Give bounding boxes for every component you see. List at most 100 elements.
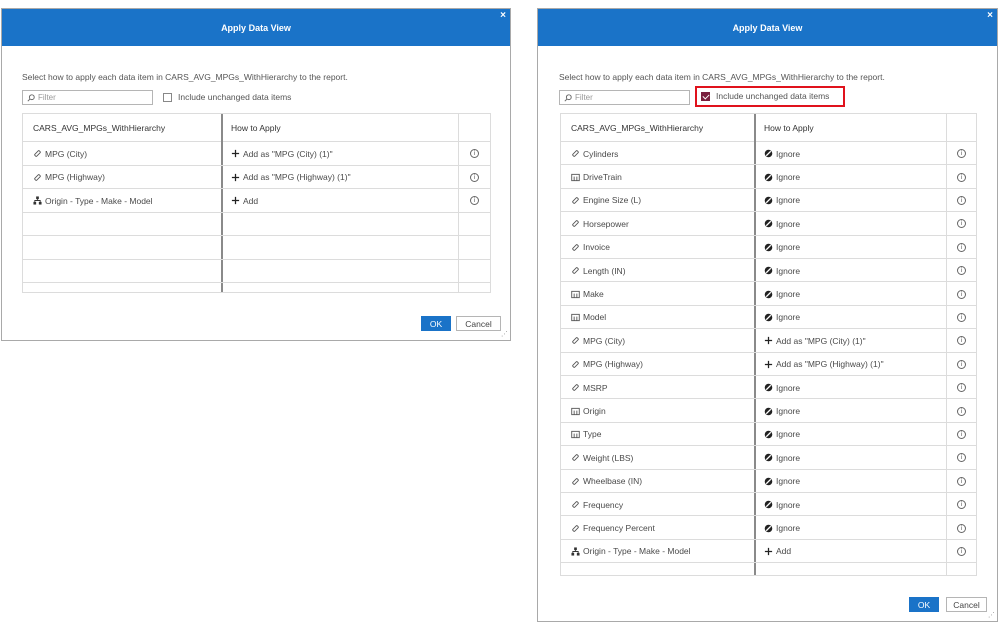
plus-icon	[764, 336, 773, 345]
resize-grip-icon[interactable]: ⋰	[501, 330, 508, 338]
data-item-cell[interactable]: Frequency Percent	[571, 516, 655, 539]
how-to-apply-cell[interactable]: Ignore	[764, 399, 800, 422]
search-icon	[27, 93, 35, 102]
data-item-cell[interactable]: Invoice	[571, 236, 610, 259]
data-item-cell[interactable]: Make	[571, 282, 604, 305]
how-to-apply-cell[interactable]: Ignore	[764, 516, 800, 539]
data-item-cell[interactable]: MPG (City)	[33, 142, 87, 166]
data-item-cell[interactable]: MPG (Highway)	[33, 166, 105, 190]
cancel-button[interactable]: Cancel	[456, 316, 501, 331]
include-unchanged-checkbox[interactable]: Include unchanged data items	[163, 92, 291, 102]
ignore-icon	[764, 500, 773, 509]
include-unchanged-checkbox[interactable]: Include unchanged data items	[701, 91, 829, 101]
data-item-cell[interactable]: Model	[571, 306, 606, 329]
measure-icon	[571, 477, 580, 486]
how-to-apply-cell[interactable]: Ignore	[764, 306, 800, 329]
ignore-icon	[764, 477, 773, 486]
column-divider[interactable]	[754, 114, 756, 575]
instruction-text: Select how to apply each data item in CA…	[22, 72, 348, 82]
close-icon[interactable]: ×	[500, 9, 506, 23]
info-icon[interactable]: i	[957, 313, 966, 322]
column-header-data-item[interactable]: CARS_AVG_MPGs_WithHierarchy	[571, 114, 703, 142]
checkbox-box[interactable]	[163, 92, 172, 102]
data-item-cell[interactable]: DriveTrain	[571, 165, 622, 188]
row-separator	[23, 282, 490, 283]
how-to-apply-value: Add as "MPG (City) (1)"	[243, 148, 333, 159]
data-item-cell[interactable]: Cylinders	[571, 142, 618, 165]
column-header-how-to-apply[interactable]: How to Apply	[764, 114, 814, 142]
filter-input[interactable]: Filter	[559, 90, 690, 105]
column-divider[interactable]	[221, 114, 223, 292]
how-to-apply-cell[interactable]: Ignore	[764, 423, 800, 446]
info-icon[interactable]: i	[957, 172, 966, 182]
how-to-apply-cell[interactable]: Ignore	[764, 470, 800, 493]
ok-button[interactable]: OK	[421, 316, 451, 331]
how-to-apply-cell[interactable]: Add	[231, 189, 258, 213]
data-item-cell[interactable]: Engine Size (L)	[571, 189, 641, 212]
measure-icon	[571, 524, 580, 533]
filter-input[interactable]: Filter	[22, 90, 153, 105]
how-to-apply-cell[interactable]: Add as "MPG (Highway) (1)"	[231, 166, 351, 190]
how-to-apply-cell[interactable]: Ignore	[764, 446, 800, 469]
how-to-apply-value: Ignore	[776, 148, 801, 159]
ok-button[interactable]: OK	[909, 597, 939, 612]
how-to-apply-cell[interactable]: Ignore	[764, 259, 800, 282]
info-icon[interactable]: i	[957, 359, 966, 369]
info-icon[interactable]: i	[957, 476, 966, 486]
close-icon[interactable]: ×	[987, 9, 993, 23]
data-item-cell[interactable]: Type	[571, 423, 601, 446]
data-item-cell[interactable]: Length (IN)	[571, 259, 626, 282]
data-item-cell[interactable]: Origin	[571, 399, 606, 422]
checkbox-box[interactable]	[701, 91, 710, 101]
data-item-cell[interactable]: Weight (LBS)	[571, 446, 633, 469]
info-icon[interactable]: i	[957, 266, 966, 276]
cancel-button[interactable]: Cancel	[946, 597, 987, 612]
data-item-cell[interactable]: MPG (Highway)	[571, 353, 643, 376]
info-icon[interactable]: i	[957, 242, 966, 252]
ignore-icon	[764, 196, 773, 205]
column-header-how-to-apply[interactable]: How to Apply	[231, 114, 281, 142]
info-icon[interactable]: i	[957, 196, 966, 205]
data-item-cell[interactable]: Origin - Type - Make - Model	[33, 189, 153, 213]
info-icon[interactable]: i	[470, 172, 479, 182]
data-item-name: Length (IN)	[583, 265, 626, 276]
how-to-apply-cell[interactable]: Add	[764, 540, 791, 563]
how-to-apply-cell[interactable]: Add as "MPG (City) (1)"	[231, 142, 333, 166]
ignore-icon	[764, 524, 773, 533]
data-item-cell[interactable]: Horsepower	[571, 212, 629, 235]
how-to-apply-cell[interactable]: Add as "MPG (City) (1)"	[764, 329, 866, 352]
how-to-apply-cell[interactable]: Ignore	[764, 165, 800, 188]
info-icon[interactable]: i	[957, 500, 966, 510]
how-to-apply-cell[interactable]: Add as "MPG (Highway) (1)"	[764, 353, 884, 376]
info-icon[interactable]: i	[957, 383, 966, 393]
how-to-apply-cell[interactable]: Ignore	[764, 282, 800, 305]
info-icon[interactable]: i	[957, 219, 966, 229]
data-item-cell[interactable]: Origin - Type - Make - Model	[571, 540, 691, 563]
data-item-cell[interactable]: MPG (City)	[571, 329, 625, 352]
info-icon[interactable]: i	[957, 523, 966, 533]
data-item-cell[interactable]: Frequency	[571, 493, 623, 516]
resize-grip-icon[interactable]: ⋰	[988, 611, 995, 619]
info-icon[interactable]: i	[957, 406, 966, 416]
info-icon[interactable]: i	[957, 453, 966, 463]
how-to-apply-cell[interactable]: Ignore	[764, 142, 800, 165]
column-header-data-item[interactable]: CARS_AVG_MPGs_WithHierarchy	[33, 114, 165, 142]
how-to-apply-cell[interactable]: Ignore	[764, 493, 800, 516]
info-icon[interactable]: i	[957, 430, 966, 439]
ignore-icon	[764, 407, 773, 416]
how-to-apply-cell[interactable]: Ignore	[764, 189, 800, 212]
how-to-apply-cell[interactable]: Ignore	[764, 212, 800, 235]
how-to-apply-value: Ignore	[776, 265, 801, 276]
info-icon[interactable]: i	[957, 149, 966, 159]
measure-icon	[571, 219, 580, 228]
info-icon[interactable]: i	[470, 196, 479, 206]
data-item-cell[interactable]: Wheelbase (IN)	[571, 470, 642, 493]
how-to-apply-cell[interactable]: Ignore	[764, 236, 800, 259]
info-icon[interactable]: i	[470, 149, 479, 159]
info-icon[interactable]: i	[957, 289, 966, 299]
how-to-apply-cell[interactable]: Ignore	[764, 376, 800, 399]
info-icon[interactable]: i	[957, 336, 966, 346]
how-to-apply-value: Ignore	[776, 312, 801, 323]
info-icon[interactable]: i	[957, 547, 966, 556]
data-item-cell[interactable]: MSRP	[571, 376, 608, 399]
